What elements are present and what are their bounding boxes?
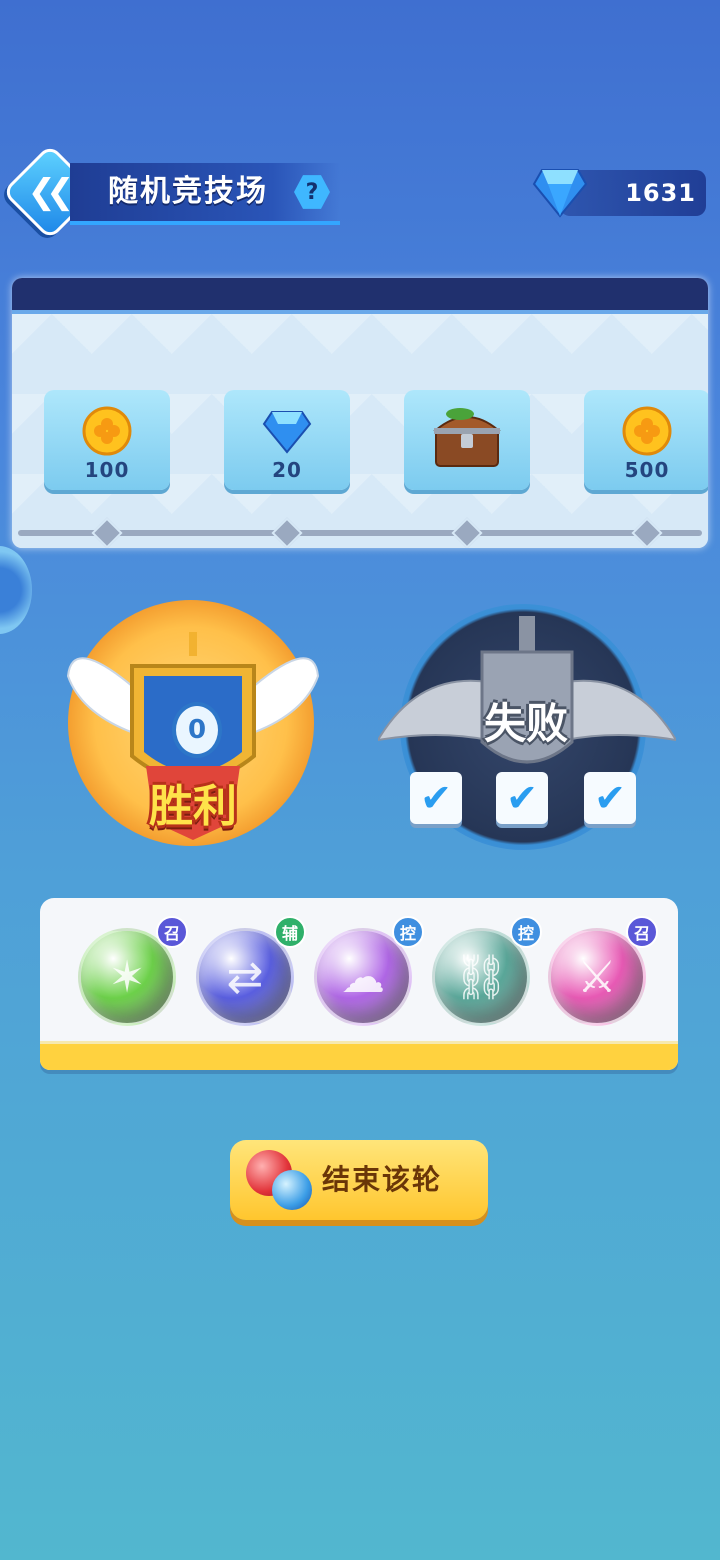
win-count: 0 [172,702,222,758]
panel-header [12,278,708,314]
skill-type-badge: 召 [156,916,188,948]
win-label: 胜利 [149,781,237,832]
milestone-label: 1 [86,546,126,548]
milestone-node [631,517,663,548]
skill-type-badge: 召 [626,916,658,948]
diamond-icon [262,411,312,454]
gold-coin-icon [82,406,132,456]
gem-count: 1631 [625,179,696,207]
milestone-node [91,517,123,548]
checkmark-icon: ✔ [420,776,452,820]
reward-card-1[interactable]: 100 [44,390,170,490]
page-title: 随机竞技场 [108,174,268,209]
reward-amount: 100 [84,458,130,482]
reward-card-2[interactable]: 20 [224,390,350,490]
star-seal-icon: ✶ [108,951,146,1003]
cloud-icon: ☁ [341,951,385,1003]
milestone-label: 4 [626,546,666,548]
milestone-label: 3 [446,546,486,548]
sword-icon: ⚔ [577,951,617,1003]
gold-coin-icon [622,406,672,456]
end-round-label: 结束该轮 [322,1163,443,1196]
diamond-icon [532,169,588,218]
checkmark-icon: ✔ [506,776,538,820]
reward-track-panel: 100 20 500 [12,278,708,548]
chain-icon: ⛓ [453,952,509,1003]
milestone-node [451,517,483,548]
treasure-chest-icon [433,408,501,467]
loss-check-3: ✔ [584,772,636,824]
milestone-node [271,517,303,548]
lose-label: 失败 [483,699,568,748]
milestone-label: 2 [266,546,306,548]
skill-type-badge: 控 [392,916,424,948]
loss-check-1: ✔ [410,772,462,824]
swap-arrows-icon: ⇄ [226,951,264,1003]
reward-card-4[interactable]: 500 [584,390,708,490]
reward-amount: 500 [624,458,670,482]
blue-orb-icon [272,1170,312,1210]
loss-check-2: ✔ [496,772,548,824]
reward-card-3[interactable] [404,390,530,490]
side-menu-tab[interactable] [0,546,32,634]
skill-type-badge: 控 [510,916,542,948]
panel-body: 100 20 500 [12,314,708,548]
skill-type-badge: 辅 [274,916,306,948]
checkmark-icon: ✔ [594,776,626,820]
tray-base [40,1041,678,1070]
reward-amount: 20 [272,458,302,482]
